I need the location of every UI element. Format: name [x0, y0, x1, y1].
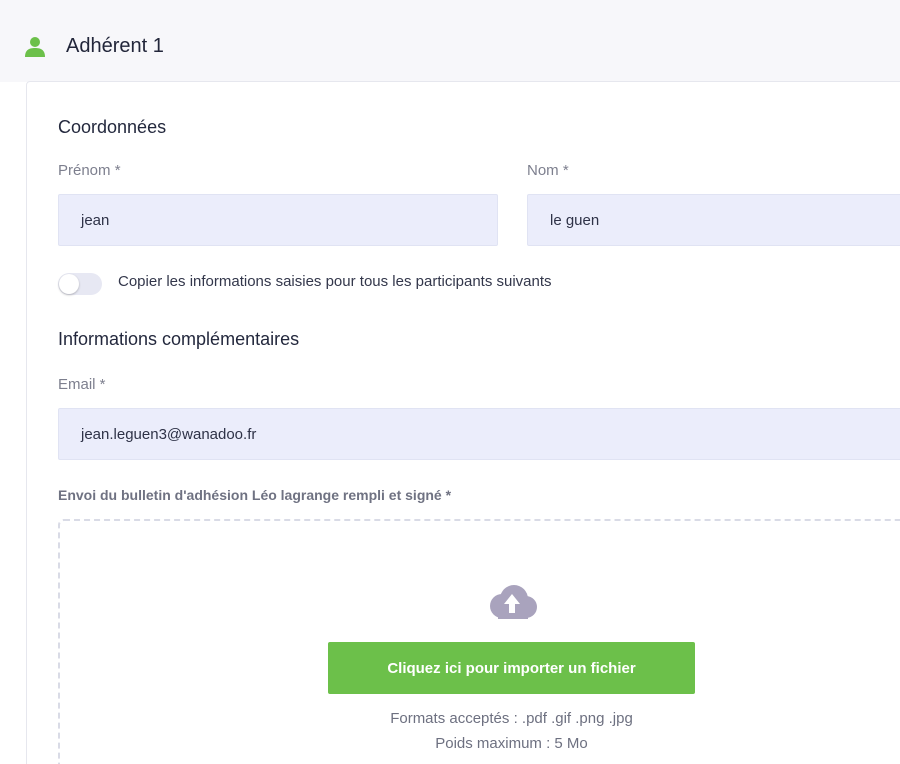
email-value: jean.leguen3@wanadoo.fr [81, 425, 257, 443]
upload-label: Envoi du bulletin d'adhésion Léo lagrang… [58, 487, 452, 503]
toggle-knob [59, 274, 79, 294]
complementaires-heading: Informations complémentaires [58, 329, 300, 349]
email-label: Email * [58, 376, 106, 393]
firstname-input[interactable]: jean [58, 194, 498, 246]
firstname-label: Prénom * [58, 162, 121, 179]
person-icon [25, 37, 45, 57]
participant-title: Adhérent 1 [66, 35, 164, 57]
cloud-upload-icon [490, 585, 537, 619]
accepted-formats: Formats acceptés : .pdf .gif .png .jpg [390, 710, 633, 727]
lastname-label: Nom * [527, 162, 569, 179]
lastname-input[interactable]: le guen [527, 194, 900, 246]
coordonnees-heading: Coordonnées [58, 117, 167, 137]
import-file-button[interactable]: Cliquez ici pour importer un fichier [328, 642, 695, 694]
copy-info-label: Copier les informations saisies pour tou… [118, 273, 552, 290]
lastname-value: le guen [550, 211, 600, 229]
copy-info-toggle[interactable] [58, 273, 102, 295]
email-input[interactable]: jean.leguen3@wanadoo.fr [58, 408, 900, 460]
max-size: Poids maximum : 5 Mo [435, 735, 588, 752]
firstname-value: jean [81, 211, 110, 229]
